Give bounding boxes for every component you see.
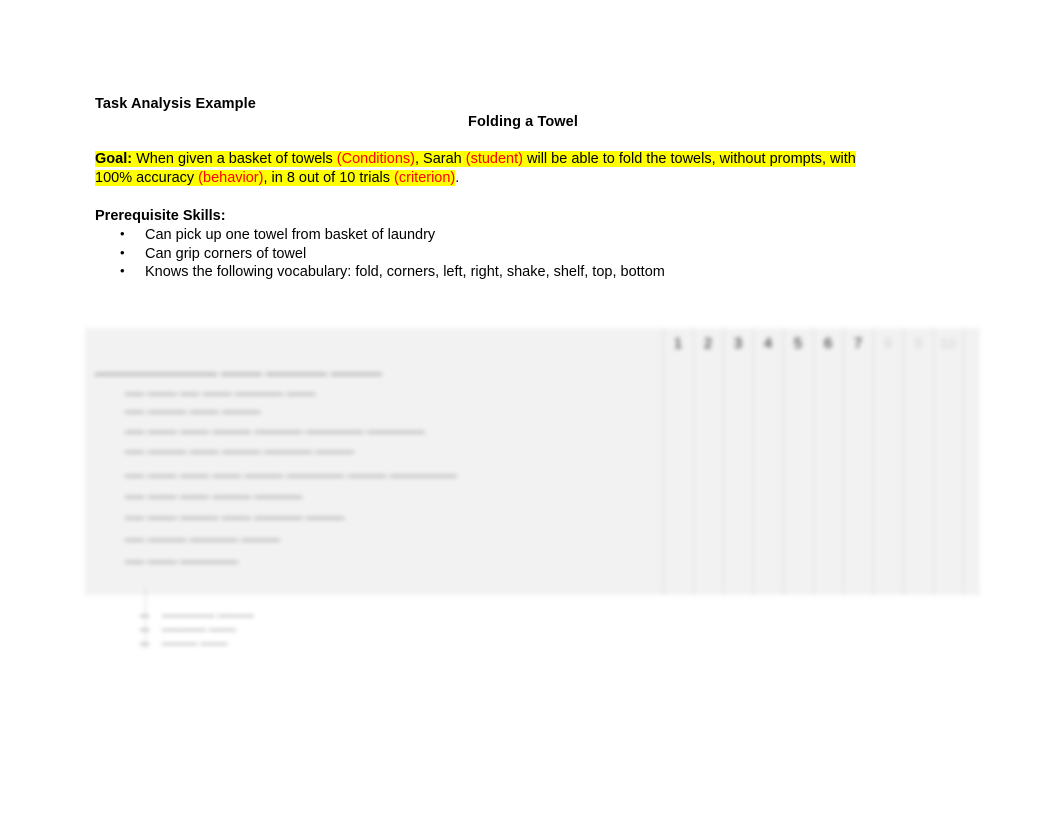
table-row: ▁▁ ▁▁▁ ▁▁▁ ▁▁▁▁ ▁▁▁▁▁ — [125, 484, 303, 498]
goal-tag-criterion: (criterion) — [394, 169, 456, 186]
trial-column-header-6: 6 — [823, 336, 833, 352]
task-analysis-trial-table: 1 2 3 4 5 6 7 8 9 10 ▁▁▁▁▁▁▁▁▁▁▁▁ ▁▁▁▁ ▁… — [85, 328, 980, 595]
table-gridline — [843, 328, 844, 595]
table-gridline — [783, 328, 784, 595]
table-gridline — [813, 328, 814, 595]
legend-key: ▁ — [140, 633, 149, 645]
prerequisite-skills-heading: Prerequisite Skills: — [95, 208, 226, 224]
trial-column-header-5: 5 — [793, 336, 803, 352]
table-gridline — [903, 328, 904, 595]
table-gridline — [693, 328, 694, 595]
list-item: Knows the following vocabulary: fold, co… — [118, 262, 665, 282]
list-item: ▁ ▁▁▁▁▁ ▁▁▁ — [140, 619, 236, 631]
page-subtitle: Folding a Towel — [468, 114, 578, 130]
trial-column-header-4: 4 — [763, 336, 773, 352]
trial-column-header-2: 2 — [703, 336, 713, 352]
table-row: ▁▁ ▁▁▁▁ ▁▁▁▁▁ ▁▁▁▁ — [125, 527, 280, 541]
trial-column-headers: 1 2 3 4 5 6 7 8 9 10 — [85, 336, 980, 358]
table-gridline — [873, 328, 874, 595]
list-item: Can grip corners of towel — [118, 244, 665, 264]
goal-line-2: 100% accuracy (behavior), in 8 out of 10… — [95, 169, 957, 188]
list-item: Can pick up one towel from basket of lau… — [118, 225, 665, 245]
document-page: Task Analysis Example Folding a Towel Go… — [0, 0, 1062, 822]
list-item: ▁ ▁▁▁▁▁▁ ▁▁▁▁ — [140, 605, 254, 617]
table-row: ▁▁▁▁▁▁▁▁▁▁▁▁ ▁▁▁▁ ▁▁▁▁▁▁ ▁▁▁▁▁ — [95, 360, 382, 375]
goal-tag-behavior: (behavior) — [198, 169, 264, 186]
trial-column-header-7: 7 — [853, 336, 863, 352]
table-row: ▁▁ ▁▁▁ ▁▁▁▁▁▁ — [125, 549, 238, 563]
goal-line2-seg1: 100% accuracy — [95, 169, 199, 186]
table-row: ▁▁ ▁▁▁ ▁▁▁ ▁▁▁▁ ▁▁▁▁▁ ▁▁▁▁▁▁ ▁▁▁▁▁▁ — [125, 419, 425, 433]
legend-block: ▁ ▁▁▁▁▁▁ ▁▁▁▁ ▁ ▁▁▁▁▁ ▁▁▁ ▁ ▁▁▁▁ ▁▁▁ — [140, 604, 254, 646]
list-item: ▁ ▁▁▁▁ ▁▁▁ — [140, 633, 228, 645]
goal-label: Goal: — [95, 151, 133, 167]
table-row: ▁▁ ▁▁▁ ▁▁▁▁ ▁▁▁ ▁▁▁▁▁ ▁▁▁▁ — [125, 505, 345, 519]
goal-line1-seg2: , Sarah — [414, 151, 466, 167]
goal-tag-conditions: (Conditions) — [336, 151, 415, 167]
table-row: ▁▁ ▁▁▁▁ ▁▁▁ ▁▁▁▁ — [125, 399, 261, 413]
goal-tag-student: (student) — [465, 151, 523, 167]
table-gridline — [663, 328, 664, 595]
trial-column-header-8: 8 — [883, 336, 893, 352]
goal-line-1: Goal: When given a basket of towels (Con… — [95, 150, 957, 169]
table-gridline — [963, 328, 964, 595]
table-row: ▁▁ ▁▁▁ ▁▁ ▁▁▁ ▁▁▁▁▁ ▁▁▁ — [125, 381, 316, 395]
prerequisite-skills-list: Can pick up one towel from basket of lau… — [118, 225, 665, 282]
goal-line1-seg3: will be able to fold the towels, without… — [522, 151, 856, 167]
table-gridline — [723, 328, 724, 595]
trial-column-header-1: 1 — [673, 336, 683, 352]
table-gridline — [933, 328, 934, 595]
table-gridline — [753, 328, 754, 595]
table-row: ▁▁ ▁▁▁▁ ▁▁▁ ▁▁▁▁ ▁▁▁▁▁ ▁▁▁▁ — [125, 439, 354, 453]
legend-key: ▁ — [140, 605, 149, 617]
table-row: ▁▁ ▁▁▁ ▁▁▁ ▁▁▁ ▁▁▁▁ ▁▁▁▁▁▁ ▁▁▁▁ ▁▁▁▁▁▁▁ — [125, 463, 457, 477]
trial-column-header-9: 9 — [913, 336, 923, 352]
goal-statement: Goal: When given a basket of towels (Con… — [95, 150, 957, 187]
goal-line2-seg3: . — [455, 169, 460, 186]
page-title: Task Analysis Example — [95, 96, 256, 112]
trial-column-header-10: 10 — [939, 336, 957, 352]
goal-line1-seg1: When given a basket of towels — [132, 151, 337, 167]
trial-column-header-3: 3 — [733, 336, 743, 352]
goal-line2-seg2: , in 8 out of 10 trials — [263, 169, 395, 186]
legend-key: ▁ — [140, 619, 149, 631]
